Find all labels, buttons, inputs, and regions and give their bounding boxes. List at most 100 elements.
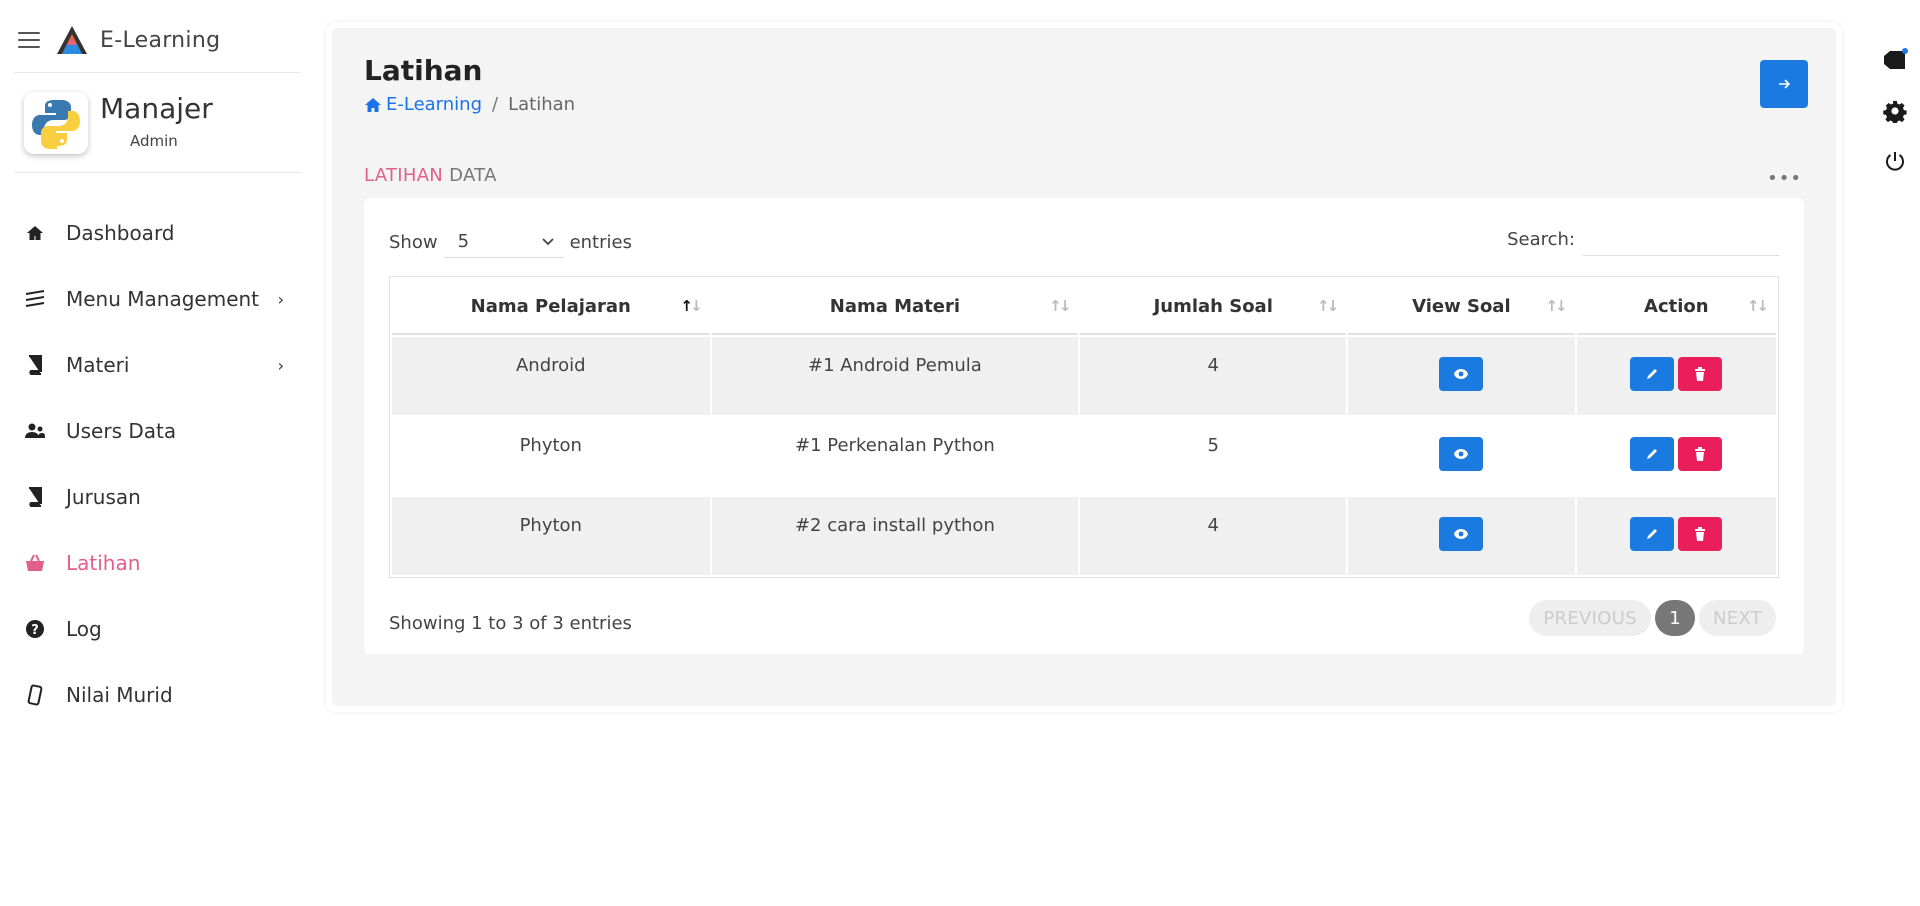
delete-button[interactable] xyxy=(1678,517,1723,551)
entries-select[interactable]: 5 xyxy=(443,226,564,258)
avatar[interactable] xyxy=(24,92,88,154)
pencil-icon xyxy=(1647,449,1658,459)
sidebar-item-label: Menu Management xyxy=(66,287,260,311)
main-content: Latihan E-Learning / Latihan LATIHAN DAT… xyxy=(332,28,1836,706)
cell-nama-pelajaran: Phyton xyxy=(392,497,710,575)
edit-button[interactable] xyxy=(1630,437,1675,471)
section-title: LATIHAN DATA xyxy=(364,165,497,186)
sidebar-item-users-data[interactable]: Users Data xyxy=(24,398,294,464)
pencil-icon xyxy=(1647,529,1658,539)
pencil-icon xyxy=(1647,369,1658,379)
home-icon xyxy=(365,97,381,112)
column-header-nama-pelajaran[interactable]: Nama Pelajaran ↑↓ xyxy=(392,279,710,335)
sidebar-item-log[interactable]: ? Log xyxy=(24,596,294,662)
cell-view-soal xyxy=(1348,337,1575,415)
section-title-highlight: LATIHAN xyxy=(364,165,444,186)
column-header-nama-materi[interactable]: Nama Materi ↑↓ xyxy=(711,279,1079,335)
basket-icon xyxy=(24,552,46,574)
book-icon xyxy=(24,354,46,376)
cell-jumlah-soal: 4 xyxy=(1080,497,1347,575)
eye-icon xyxy=(1454,369,1469,379)
cell-view-soal xyxy=(1348,417,1575,495)
view-soal-button[interactable] xyxy=(1439,437,1484,471)
column-header-label: Nama Materi xyxy=(829,295,961,317)
sidebar-item-label: Users Data xyxy=(66,419,177,443)
trash-icon xyxy=(1695,367,1706,381)
column-header-label: Jumlah Soal xyxy=(1153,295,1273,317)
cell-nama-materi: #1 Perkenalan Python xyxy=(711,417,1079,495)
brand-bar: E-Learning xyxy=(18,22,220,58)
chevron-right-icon: › xyxy=(277,289,284,309)
column-header-view-soal[interactable]: View Soal ↑↓ xyxy=(1348,279,1575,335)
sidebar-item-menu-management[interactable]: Menu Management › xyxy=(24,266,294,332)
data-panel: Show 5 entries Search: Nama Pelajaran ↑↓ xyxy=(364,198,1804,654)
table-info: Showing 1 to 3 of 3 entries xyxy=(389,613,632,634)
breadcrumb-home-link[interactable]: E-Learning xyxy=(364,94,482,115)
trash-icon xyxy=(1695,447,1706,461)
table-row: Android #1 Android Pemula 4 xyxy=(392,337,1776,415)
sidebar-item-nilai-murid[interactable]: Nilai Murid xyxy=(24,662,294,728)
cell-nama-pelajaran: Android xyxy=(392,337,710,415)
settings-button[interactable] xyxy=(1880,86,1910,136)
more-options-icon[interactable]: ••• xyxy=(1767,168,1802,189)
home-icon xyxy=(24,222,46,244)
divider xyxy=(14,72,300,73)
sidebar-item-materi[interactable]: Materi › xyxy=(24,332,294,398)
sidebar-item-label: Dashboard xyxy=(66,221,175,245)
cell-action xyxy=(1576,337,1776,415)
view-soal-button[interactable] xyxy=(1439,517,1484,551)
layers-icon xyxy=(24,288,46,310)
entries-label: entries xyxy=(569,231,632,253)
logout-button[interactable] xyxy=(1880,136,1910,186)
cell-view-soal xyxy=(1348,497,1575,575)
column-header-action[interactable]: Action ↑↓ xyxy=(1576,279,1776,335)
previous-page-button[interactable]: PREVIOUS xyxy=(1529,600,1651,636)
view-soal-button[interactable] xyxy=(1439,357,1484,391)
column-header-jumlah-soal[interactable]: Jumlah Soal ↑↓ xyxy=(1080,279,1347,335)
gear-icon xyxy=(1883,100,1907,123)
next-page-button[interactable]: NEXT xyxy=(1698,600,1776,636)
power-icon xyxy=(1886,152,1904,171)
breadcrumb-separator: / xyxy=(492,94,499,115)
right-rail xyxy=(1880,36,1910,186)
sidebar-item-label: Materi xyxy=(66,353,130,377)
cell-jumlah-soal: 5 xyxy=(1080,417,1347,495)
brand-name[interactable]: E-Learning xyxy=(100,28,220,53)
main-card: Latihan E-Learning / Latihan LATIHAN DAT… xyxy=(326,22,1842,712)
question-circle-icon: ? xyxy=(24,618,46,640)
breadcrumb: E-Learning / Latihan xyxy=(364,94,575,115)
sort-icon: ↑↓ xyxy=(1545,297,1567,315)
delete-button[interactable] xyxy=(1678,357,1723,391)
sidebar-item-dashboard[interactable]: Dashboard xyxy=(24,200,294,266)
edit-button[interactable] xyxy=(1630,517,1675,551)
profile-name: Manajer xyxy=(100,92,213,125)
cell-nama-materi: #2 cara install python xyxy=(711,497,1079,575)
app-logo xyxy=(57,26,87,54)
edit-button[interactable] xyxy=(1630,357,1675,391)
sidebar-item-label: Log xyxy=(66,617,102,641)
cell-jumlah-soal: 4 xyxy=(1080,337,1347,415)
sidebar-item-jurusan[interactable]: Jurusan xyxy=(24,464,294,530)
entries-value: 5 xyxy=(457,231,470,252)
forward-button[interactable] xyxy=(1760,60,1808,108)
show-label: Show xyxy=(389,231,438,253)
sidebar-item-latihan[interactable]: Latihan xyxy=(24,530,294,596)
section-title-rest: DATA xyxy=(449,165,497,186)
sort-ascending-icon: ↑↓ xyxy=(680,297,702,315)
page-number-button[interactable]: 1 xyxy=(1654,600,1695,636)
delete-button[interactable] xyxy=(1678,437,1723,471)
entries-control: Show 5 entries xyxy=(389,226,632,258)
sidebar-item-label: Jurusan xyxy=(66,485,141,509)
sidebar: E-Learning Manajer Admin Dashboard Menu … xyxy=(0,0,310,906)
chevron-down-icon xyxy=(541,237,554,245)
sort-icon: ↑↓ xyxy=(1746,297,1769,315)
cell-action xyxy=(1576,417,1776,495)
svg-text:?: ? xyxy=(31,623,39,638)
profile: Manajer Admin xyxy=(24,92,213,154)
table-row: Phyton #1 Perkenalan Python 5 xyxy=(392,417,1776,495)
hamburger-menu-icon[interactable] xyxy=(18,32,40,48)
table-header-row: Nama Pelajaran ↑↓ Nama Materi ↑↓ Jumlah … xyxy=(392,279,1776,335)
notification-button[interactable] xyxy=(1880,36,1910,86)
cell-action xyxy=(1576,497,1776,575)
search-input[interactable] xyxy=(1583,222,1779,256)
